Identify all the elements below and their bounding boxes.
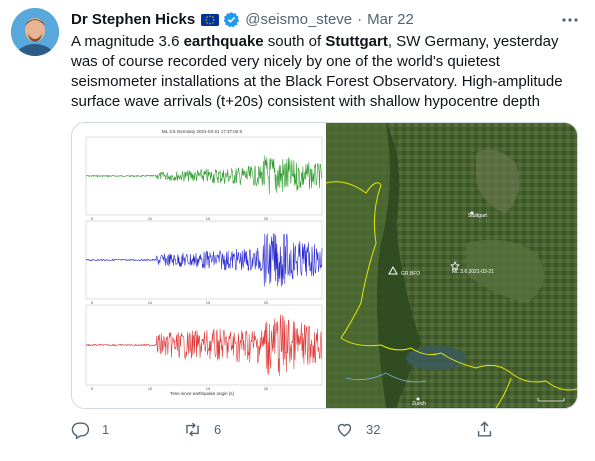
seismogram-tick-label: 10 [148,386,153,391]
tweet-actions: 1 6 32 [71,420,501,442]
like-count: 32 [366,422,381,437]
seismogram-tick-label: 15 [206,216,211,221]
map-label-zurich: Zurich [412,401,426,407]
hashtag-like-bold: earthquake [183,33,264,50]
seismogram-tick-label: 5 [91,300,94,305]
place-bold: Stuttgart [325,33,388,50]
reply-button[interactable]: 1 [71,420,109,439]
seismogram-tick-label: 20 [264,300,269,305]
seismogram-image[interactable]: ML 3.6 Germany 2021-03-21 17:37:02.5 5 10… [72,123,326,408]
seismogram-tick-label: 20 [264,216,269,221]
tweet-header: Dr Stephen Hicks @seismo_steve · Mar 22 [71,9,414,29]
author-handle[interactable]: @seismo_steve [245,11,352,28]
avatar[interactable] [11,8,59,56]
more-options-icon[interactable] [560,10,580,30]
seismogram-tick-label: 5 [91,386,94,391]
share-icon [477,421,492,437]
retweet-icon [186,422,199,437]
seismogram-tick-label: 10 [148,216,153,221]
tweet-text: A magnitude 3.6 earthquake south of Stut… [71,32,581,112]
seismogram-tick-label: 20 [264,386,269,391]
seismogram-tick-label: 15 [206,300,211,305]
author-name[interactable]: Dr Stephen Hicks [71,11,195,28]
satellite-map-image[interactable]: Stuttgart GR.BFO ML 3.6 2021-03-21 Zuric… [325,123,577,408]
tweet-date[interactable]: Mar 22 [367,11,414,28]
seismogram-tick-label: 10 [148,300,153,305]
tweet-text-part: A magnitude 3.6 [71,33,184,50]
separator-dot: · [357,10,363,28]
seismogram-trace [86,314,323,377]
reply-icon [71,422,90,439]
tweet-text-part: south of [263,33,326,50]
seismogram-xlabel: Time since earthquake origin (s) [170,391,235,396]
retweet-button[interactable]: 6 [183,420,221,439]
retweet-count: 6 [214,422,222,437]
map-label-event: ML 3.6 2021-03-21 [452,269,494,275]
seismogram-tick-label: 5 [91,216,94,221]
seismogram-trace [85,233,323,287]
eu-flag-icon [201,13,220,26]
like-button[interactable]: 32 [335,420,380,439]
tweet-media[interactable]: ML 3.6 Germany 2021-03-21 17:37:02.5 5 10… [71,122,578,409]
map-label-station: GR.BFO [401,271,420,277]
share-button[interactable] [475,420,494,439]
seismogram-title: ML 3.6 Germany 2021-03-21 17:37:02.5 [162,129,243,134]
seismogram-trace [85,155,323,195]
map-label-stuttgart: Stuttgart [468,213,488,219]
verified-badge-icon [223,11,240,28]
heart-icon [337,423,352,437]
reply-count: 1 [102,422,110,437]
